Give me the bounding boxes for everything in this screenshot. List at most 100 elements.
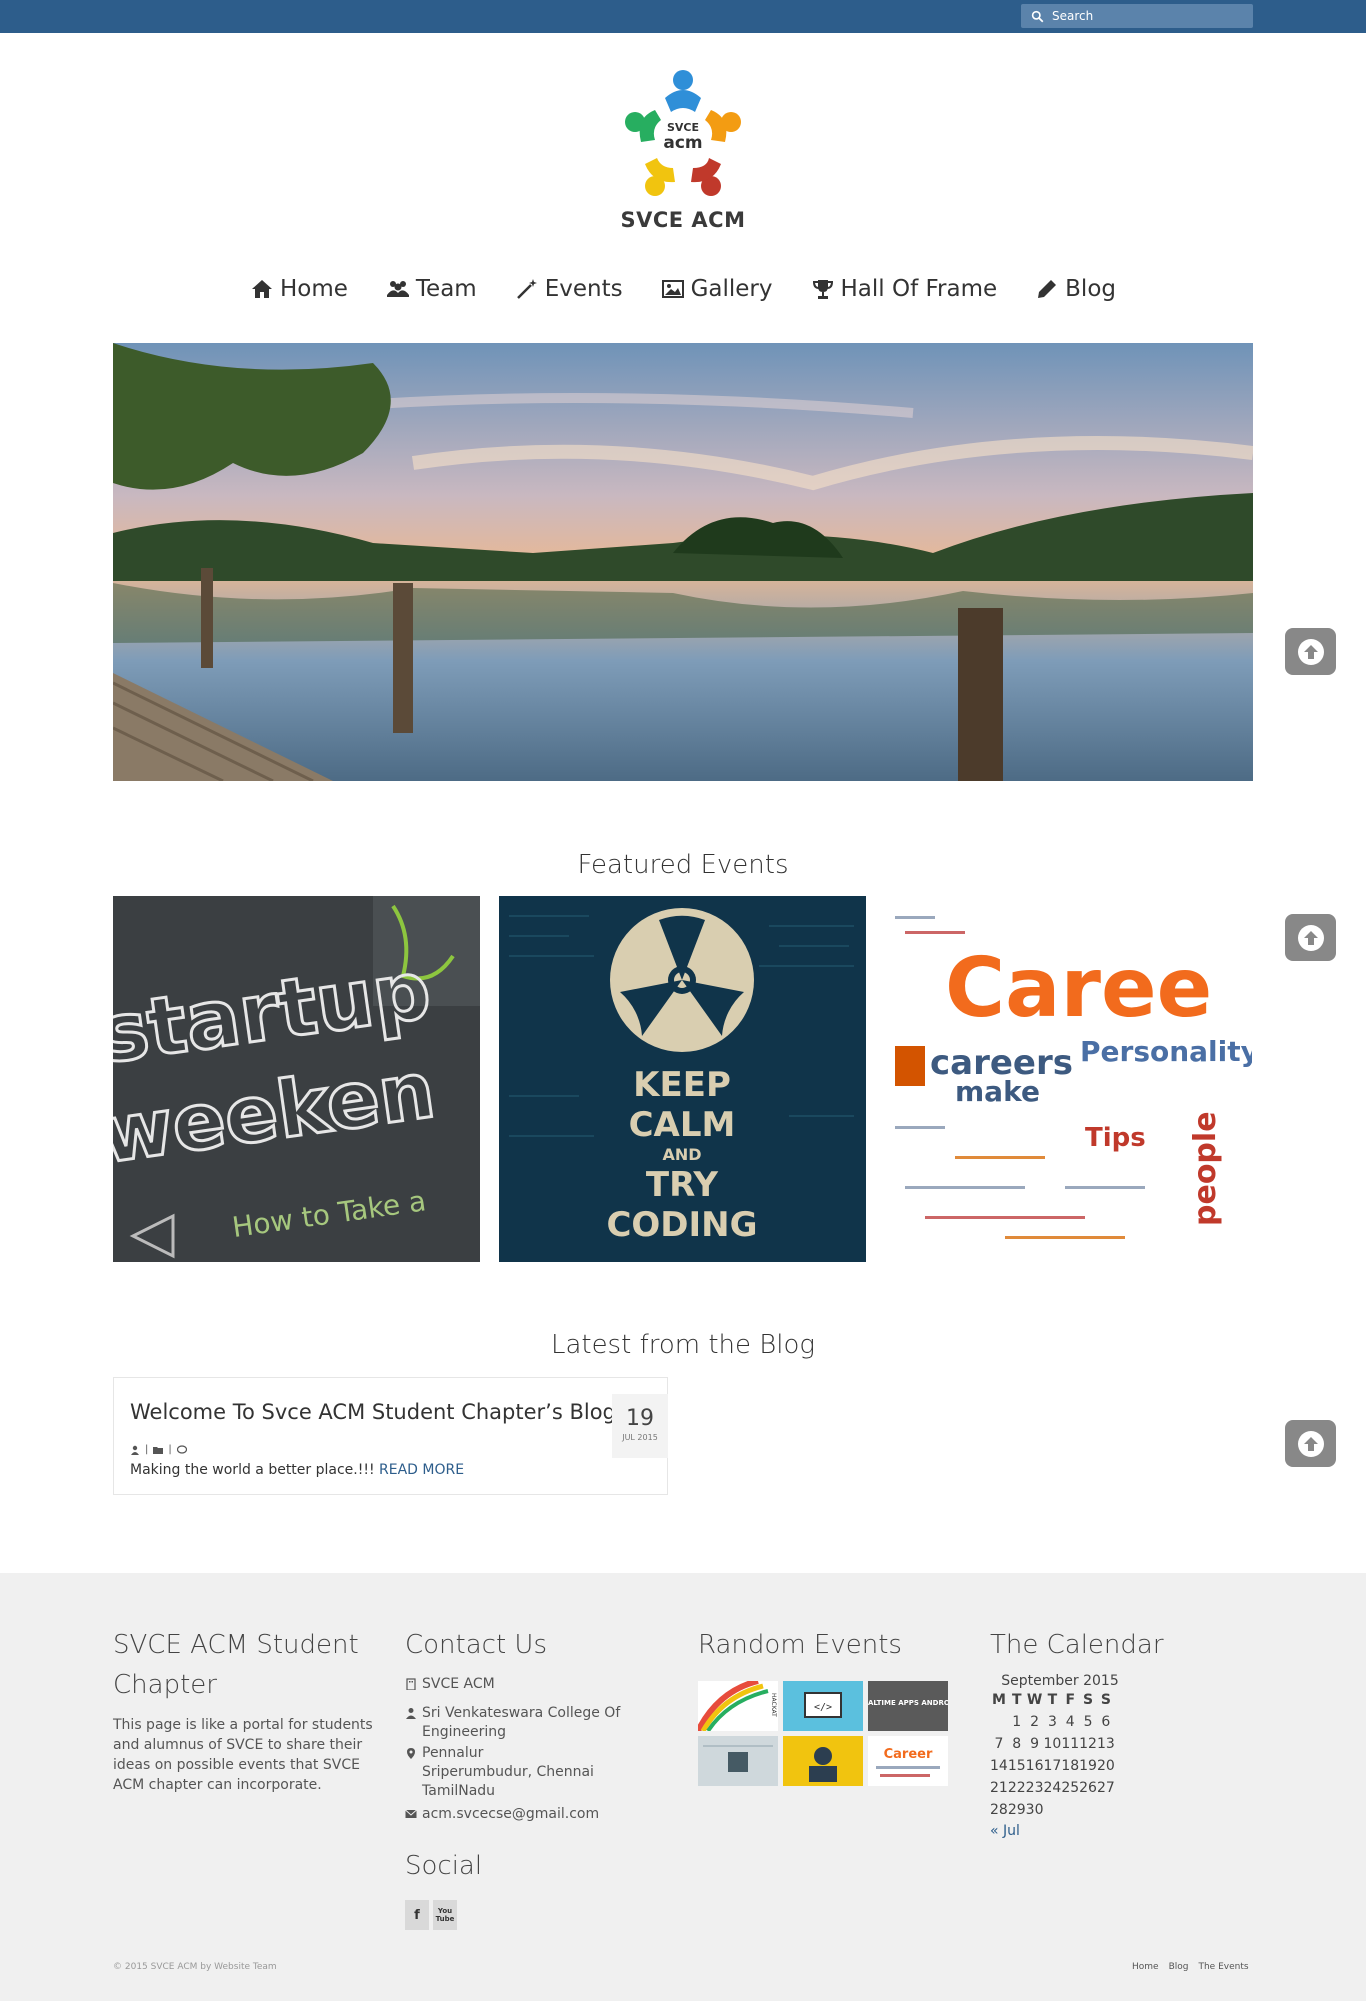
footer-link-home[interactable]: Home — [1132, 1962, 1159, 1972]
contact-email[interactable]: acm.svcecse@gmail.com — [405, 1805, 665, 1824]
top-bar — [0, 0, 1366, 33]
random-event-thumb[interactable]: HACKAT — [695, 1678, 778, 1733]
youtube-icon[interactable]: You Tube — [433, 1900, 457, 1930]
calendar-week: 21 22 23 24 25 26 27 — [990, 1777, 1115, 1799]
nav-team[interactable]: Team — [386, 276, 477, 302]
read-more-link[interactable]: READ MORE — [379, 1462, 464, 1478]
calendar-day: 3 — [1047, 1714, 1057, 1730]
back-to-top-button[interactable] — [1285, 628, 1336, 675]
back-to-top-button[interactable] — [1285, 914, 1336, 961]
nav-blog[interactable]: Blog — [1035, 276, 1116, 302]
envelope-icon — [405, 1809, 417, 1818]
footer-about: SVCE ACM Student Chapter This page is li… — [113, 1625, 373, 1795]
calendar-day: 20 — [1096, 1758, 1115, 1774]
calendar-prev-link[interactable]: « Jul — [990, 1823, 1170, 1839]
nav-events[interactable]: Events — [515, 276, 623, 302]
calendar-day: 15 — [1007, 1758, 1026, 1774]
calendar-day: 16 — [1025, 1758, 1044, 1774]
footer-link-blog[interactable]: Blog — [1169, 1962, 1189, 1972]
calendar-weekday: W — [1026, 1692, 1043, 1708]
calendar-day: 8 — [1012, 1736, 1022, 1752]
random-event-thumb[interactable] — [783, 1736, 863, 1786]
footer-random-events-title: Random Events — [698, 1630, 902, 1660]
magic-wand-icon — [516, 279, 537, 299]
map-marker-icon — [407, 1748, 415, 1759]
calendar-day: 10 — [1043, 1736, 1062, 1752]
featured-event-career-word-cloud[interactable]: Caree careers Personality make people Ti… — [885, 896, 1252, 1262]
back-to-top-button[interactable] — [1285, 1420, 1336, 1467]
contact-address-line1: Pennalur — [422, 1745, 484, 1761]
contact-address-line2: Sriperumbudur, Chennai TamilNadu — [422, 1764, 594, 1799]
blog-post-title[interactable]: Welcome To Svce ACM Student Chapter’s Bl… — [130, 1400, 616, 1424]
footer-about-text: This page is like a portal for students … — [113, 1717, 373, 1793]
calendar-day: 24 — [1043, 1780, 1062, 1796]
calendar-day: 27 — [1096, 1780, 1115, 1796]
svg-text:make: make — [955, 1075, 1040, 1108]
random-event-thumb[interactable]: Career — [868, 1736, 948, 1786]
calendar-day: 22 — [1007, 1780, 1026, 1796]
search-input[interactable] — [1052, 9, 1242, 23]
footer-social-title: Social — [405, 1851, 483, 1881]
calendar-day: 29 — [1007, 1802, 1026, 1818]
svg-text:REALTIME APPS ANDROID: REALTIME APPS ANDROID — [868, 1699, 948, 1707]
nav-home[interactable]: Home — [250, 276, 348, 302]
svg-text:Tips: Tips — [1085, 1123, 1146, 1153]
calendar-day: 17 — [1043, 1758, 1062, 1774]
nav-hall-of-frame[interactable]: Hall Of Frame — [811, 276, 997, 302]
nav-blog-label: Blog — [1065, 276, 1116, 302]
random-event-thumb[interactable] — [698, 1736, 778, 1786]
site-logo[interactable]: SVCE acm SVCE ACM — [600, 60, 766, 240]
calendar-weekday: T — [1011, 1692, 1022, 1708]
calendar-day: 14 — [990, 1758, 1008, 1774]
acm-logo-icon: SVCE acm — [625, 70, 741, 196]
trophy-icon — [812, 280, 833, 299]
random-event-thumb[interactable]: </> — [783, 1681, 863, 1731]
contact-college-name: Sri Venkateswara College Of Engineering — [422, 1705, 621, 1740]
main-nav: Home Team Events Gallery Hall Of Frame B… — [0, 276, 1366, 302]
footer-calendar: The Calendar September 2015 MTWTFSS 1234… — [990, 1625, 1170, 1839]
svg-text:CODING: CODING — [606, 1205, 757, 1245]
calendar-weekday: S — [1083, 1692, 1094, 1708]
footer-about-title: SVCE ACM Student Chapter — [113, 1630, 359, 1700]
calendar-widget: September 2015 MTWTFSS 1 2 3 4 5 6 7 8 9 10 11 12 13… — [990, 1673, 1170, 1839]
blog-post-excerpt-text: Making the world a better place.!!! — [130, 1462, 375, 1478]
facebook-icon[interactable]: f — [405, 1900, 429, 1930]
svg-text:acm: acm — [663, 133, 702, 153]
calendar-day — [990, 1711, 1008, 1733]
featured-event-startup-weekend[interactable]: startup weeken How to Take a — [113, 896, 480, 1262]
folder-icon — [153, 1446, 164, 1454]
random-event-thumb[interactable]: REALTIME APPS ANDROID — [858, 1681, 958, 1731]
hero-slider-image — [113, 343, 1253, 781]
nav-events-label: Events — [544, 276, 623, 302]
building-icon — [406, 1678, 416, 1690]
calendar-week: 28 29 30 — [990, 1799, 1115, 1821]
blog-post-month: JUL 2015 — [622, 1433, 658, 1442]
calendar-week: 7 8 9 10 11 12 13 — [990, 1733, 1114, 1755]
calendar-table: MTWTFSS 1 2 3 4 5 6 7 8 9 10 11 12 13 14 15 16 17 18 19 20 2… — [990, 1689, 1115, 1821]
footer-nav: Home Blog The Events — [1132, 1962, 1249, 1972]
calendar-caption: September 2015 — [1001, 1673, 1119, 1689]
nav-home-label: Home — [279, 276, 348, 302]
calendar-day: 1 — [1012, 1714, 1022, 1730]
calendar-day: 5 — [1083, 1714, 1093, 1730]
footer-link-events[interactable]: The Events — [1198, 1962, 1248, 1972]
footer-contact-title: Contact Us — [405, 1630, 547, 1660]
footer-calendar-title: The Calendar — [990, 1630, 1164, 1660]
search-box[interactable] — [1021, 4, 1253, 28]
contact-address: Pennalur Sriperumbudur, Chennai TamilNad… — [405, 1744, 665, 1801]
footer: SVCE ACM Student Chapter This page is li… — [0, 1573, 1366, 2001]
latest-blog-heading: Latest from the Blog — [550, 1330, 816, 1360]
calendar-day: 28 — [990, 1802, 1008, 1818]
blog-post-day: 19 — [626, 1406, 654, 1431]
calendar-day: 4 — [1065, 1714, 1075, 1730]
svg-text:Personality: Personality — [1080, 1035, 1252, 1068]
user-icon — [406, 1708, 416, 1719]
featured-event-keep-calm-coding[interactable]: KEEP CALM AND TRY CODING — [499, 896, 866, 1262]
calendar-day: 25 — [1061, 1780, 1080, 1796]
contact-email-text[interactable]: acm.svcecse@gmail.com — [422, 1805, 599, 1824]
calendar-weekday: S — [1100, 1692, 1111, 1708]
calendar-day: 18 — [1061, 1758, 1080, 1774]
nav-gallery[interactable]: Gallery — [661, 276, 773, 302]
nav-gallery-label: Gallery — [690, 276, 773, 302]
blog-post-date: 19 JUL 2015 — [612, 1394, 668, 1458]
